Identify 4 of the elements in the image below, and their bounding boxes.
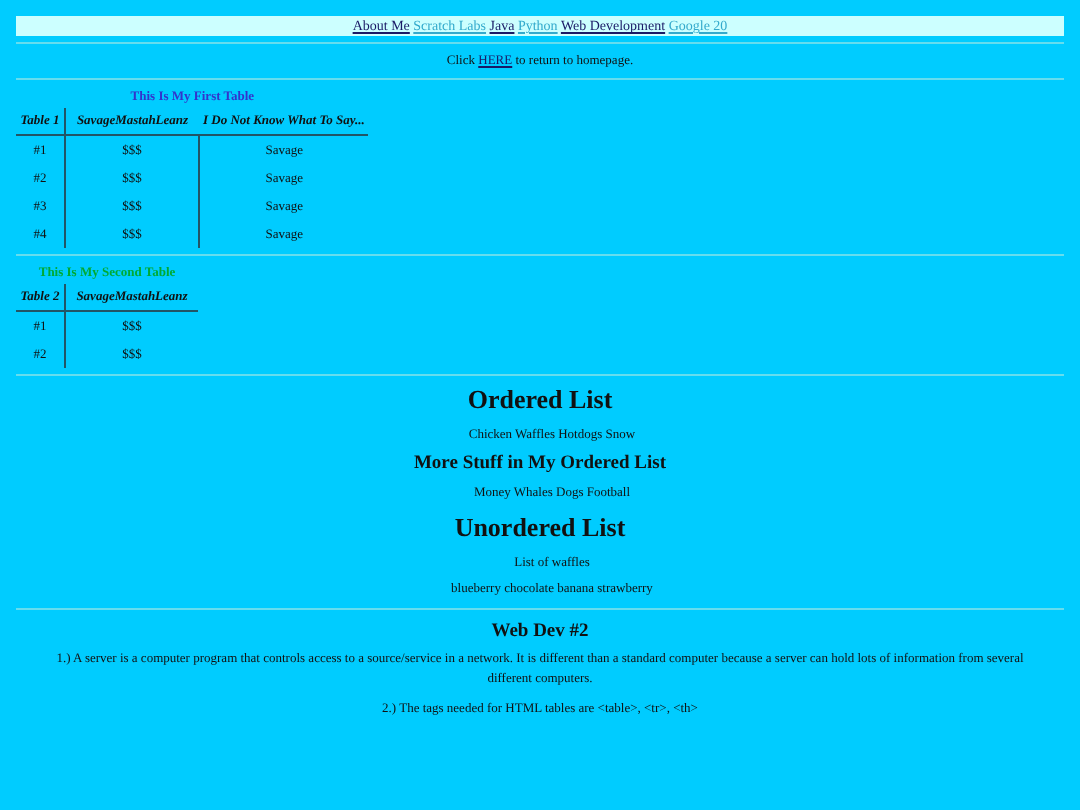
section-heading: Web Dev #2 <box>489 622 591 642</box>
section-heading: Unordered List <box>452 512 628 544</box>
section-heading: Ordered List <box>465 384 615 416</box>
section-heading: More Stuff in My Ordered List <box>411 454 669 474</box>
